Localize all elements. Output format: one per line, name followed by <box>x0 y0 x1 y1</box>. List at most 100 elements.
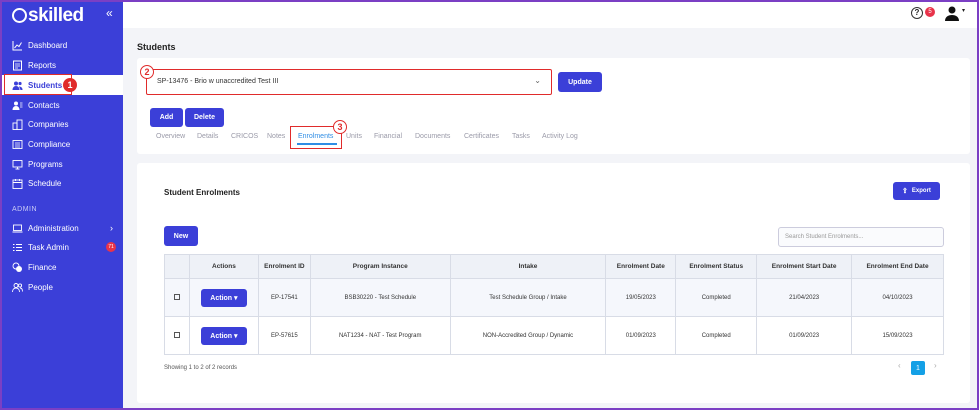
pagination-next-icon[interactable]: › <box>934 361 937 370</box>
table-row: Action ▾ EP-57615 NAT1234 - NAT - Test P… <box>164 316 944 355</box>
sidebar-item-administration[interactable]: Administration › <box>0 218 123 238</box>
row-checkbox[interactable] <box>173 331 180 338</box>
tab-activity-log[interactable]: Activity Log <box>542 133 578 140</box>
pagination-prev-icon[interactable]: ‹ <box>898 361 901 370</box>
table-header-row: Actions Enrolment ID Program Instance In… <box>164 254 944 279</box>
sidebar-item-label: People <box>28 282 53 292</box>
column-header-enrolment-status[interactable]: Enrolment Status <box>675 254 758 279</box>
user-avatar-icon[interactable] <box>944 5 960 21</box>
tab-overview[interactable]: Overview <box>156 133 185 140</box>
enrolments-table: Actions Enrolment ID Program Instance In… <box>164 254 944 355</box>
tab-details[interactable]: Details <box>197 133 218 140</box>
sidebar-item-schedule[interactable]: Schedule <box>0 173 123 193</box>
column-header-enrolment-id[interactable]: Enrolment ID <box>257 254 311 279</box>
chevron-right-icon: › <box>110 223 113 233</box>
sidebar-item-finance[interactable]: Finance <box>0 257 123 277</box>
cell-start-date: 21/04/2023 <box>756 278 853 317</box>
table-row: Action ▾ EP-17541 BSB30220 - Test Schedu… <box>164 278 944 317</box>
coins-icon <box>12 262 23 273</box>
chevron-down-icon: ⌄ <box>534 76 541 85</box>
cell-enrolment-id: EP-57615 <box>257 316 311 355</box>
step-marker-2: 2 <box>140 65 154 79</box>
sidebar-item-programs[interactable]: Programs <box>0 154 123 174</box>
sidebar-item-dashboard[interactable]: Dashboard <box>0 35 123 55</box>
cell-start-date: 01/09/2023 <box>756 316 853 355</box>
step-marker-1: 1 <box>63 78 77 92</box>
cell-enrolment-status: Completed <box>675 278 758 317</box>
cell-end-date: 15/09/2023 <box>851 316 944 355</box>
cell-enrolment-date: 01/09/2023 <box>605 316 677 355</box>
cell-end-date: 04/10/2023 <box>851 278 944 317</box>
sidebar-item-label: Administration <box>28 223 79 233</box>
column-header-intake[interactable]: Intake <box>449 254 607 279</box>
sidebar-item-label: Finance <box>28 262 57 272</box>
report-icon <box>12 60 23 71</box>
page-title: Students <box>137 42 176 52</box>
column-header-start-date[interactable]: Enrolment Start Date <box>756 254 853 279</box>
building-icon <box>12 119 23 130</box>
student-select[interactable]: SP-13476 - Brio w unaccredited Test III … <box>146 69 552 95</box>
people-icon <box>12 282 23 293</box>
search-input[interactable]: Search Student Enrolments... <box>778 227 944 247</box>
action-dropdown-button[interactable]: Action ▾ <box>200 326 247 345</box>
export-button[interactable]: ⇪ Export <box>893 182 940 200</box>
cell-intake: Test Schedule Group / Intake <box>449 278 607 317</box>
cell-program-instance: BSB30220 - Test Schedule <box>309 278 451 317</box>
update-button[interactable]: Update <box>558 72 602 92</box>
sidebar-item-label: Contacts <box>28 100 60 110</box>
tab-units[interactable]: Units <box>346 133 362 140</box>
sidebar-item-label: Task Admin <box>28 242 69 252</box>
column-header-enrolment-date[interactable]: Enrolment Date <box>605 254 677 279</box>
sidebar-item-label: Programs <box>28 159 63 169</box>
monitor-icon <box>12 159 23 170</box>
sidebar-item-compliance[interactable]: Compliance <box>0 134 123 154</box>
delete-button[interactable]: Delete <box>185 108 224 127</box>
tab-tasks[interactable]: Tasks <box>512 133 530 140</box>
contacts-icon <box>12 100 23 111</box>
calendar-icon <box>12 178 23 189</box>
students-highlight-box <box>4 74 72 95</box>
help-icon[interactable]: ? <box>911 7 923 19</box>
admin-section-label: ADMIN <box>12 206 38 213</box>
cell-intake: NON-Accredited Group / Dynamic <box>449 316 607 355</box>
collapse-sidebar-icon[interactable]: « <box>106 6 113 20</box>
column-header-actions[interactable]: Actions <box>188 254 259 279</box>
chevron-down-icon[interactable]: ▾ <box>962 7 965 14</box>
tab-certificates[interactable]: Certificates <box>464 133 499 140</box>
cell-enrolment-date: 19/05/2023 <box>605 278 677 317</box>
chart-line-icon <box>12 40 23 51</box>
sidebar-item-companies[interactable]: Companies <box>0 114 123 134</box>
sidebar-item-contacts[interactable]: Contacts <box>0 95 123 115</box>
column-header-end-date[interactable]: Enrolment End Date <box>851 254 944 279</box>
notification-badge[interactable]: 5 <box>925 7 935 17</box>
tab-notes[interactable]: Notes <box>267 133 285 140</box>
export-label: Export <box>911 188 931 194</box>
sidebar-item-people[interactable]: People <box>0 277 123 297</box>
eskilled-logo[interactable]: skilled <box>12 5 84 27</box>
cell-enrolment-status: Completed <box>675 316 758 355</box>
cell-program-instance: NAT1234 - NAT - Test Program <box>309 316 451 355</box>
tab-documents[interactable]: Documents <box>415 133 450 140</box>
tab-cricos[interactable]: CRICOS <box>231 133 258 140</box>
list-icon <box>12 242 23 253</box>
row-checkbox[interactable] <box>173 293 180 300</box>
records-count: Showing 1 to 2 of 2 records <box>164 365 238 371</box>
action-dropdown-button[interactable]: Action ▾ <box>200 288 247 307</box>
sidebar-item-label: Reports <box>28 60 57 70</box>
column-header-program-instance[interactable]: Program Instance <box>309 254 451 279</box>
pagination-page-1[interactable]: 1 <box>911 361 925 375</box>
sidebar-item-label: Companies <box>28 119 69 129</box>
task-count-badge: 71 <box>106 242 116 252</box>
section-title: Student Enrolments <box>164 188 241 197</box>
top-bar <box>123 0 979 28</box>
sidebar-item-label: Dashboard <box>28 40 68 50</box>
sidebar-item-reports[interactable]: Reports <box>0 55 123 75</box>
tab-financial[interactable]: Financial <box>374 133 402 140</box>
add-button[interactable]: Add <box>150 108 183 127</box>
sidebar-item-task-admin[interactable]: Task Admin 71 <box>0 237 123 257</box>
new-button[interactable]: New <box>164 226 198 246</box>
laptop-icon <box>12 223 23 234</box>
cell-enrolment-id: EP-17541 <box>257 278 311 317</box>
step-marker-3: 3 <box>333 120 347 134</box>
sidebar: skilled « Dashboard Reports Students Con… <box>0 0 123 410</box>
